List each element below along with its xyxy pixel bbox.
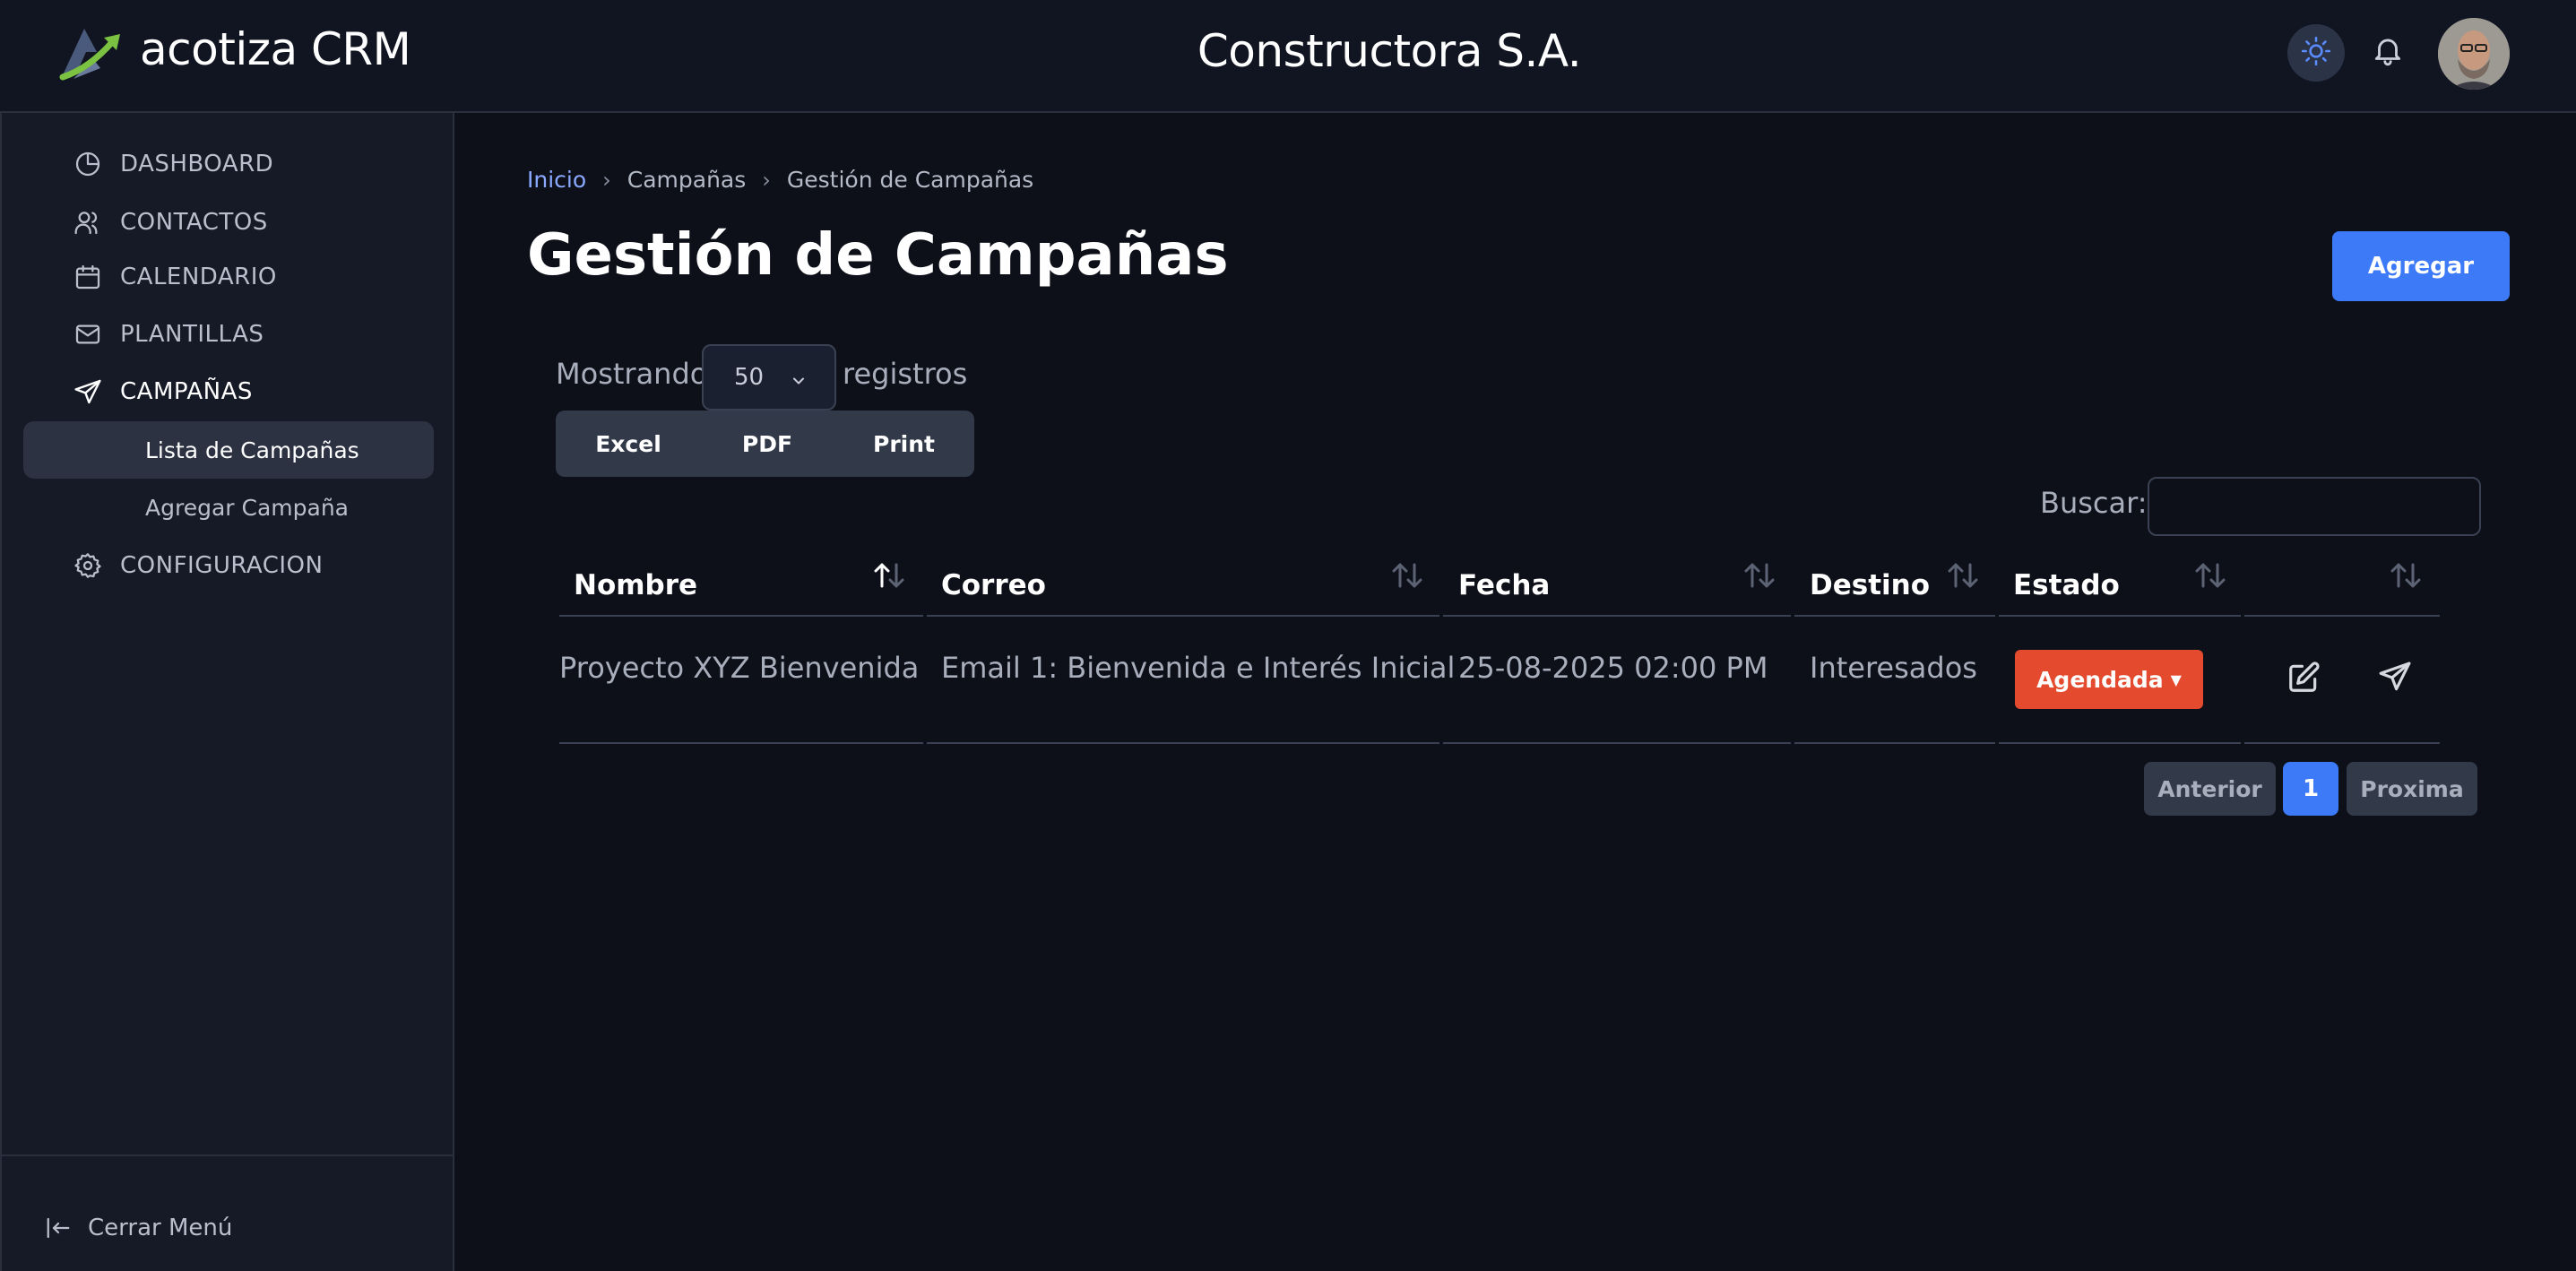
breadcrumb: Inicio › Campañas › Gestión de Campañas (527, 167, 1033, 193)
sidebar-item-calendario[interactable]: CALENDARIO (72, 255, 277, 299)
collapse-menu-button[interactable]: Cerrar Menú (45, 1206, 232, 1249)
row-divider (1999, 742, 2241, 744)
cell-fecha: 25-08-2025 02:00 PM (1458, 651, 1768, 685)
users-icon (72, 206, 104, 238)
chevron-right-icon: › (602, 167, 611, 193)
export-button-group: Excel PDF Print (556, 411, 974, 477)
avatar[interactable] (2438, 18, 2510, 90)
column-divider (1443, 615, 1791, 617)
page-title: Gestión de Campañas (527, 222, 1229, 289)
column-header-nombre[interactable]: Nombre (574, 554, 697, 617)
sidebar-subitem-label: Agregar Campaña (145, 494, 349, 521)
sort-ascending-icon[interactable] (871, 559, 907, 592)
gear-icon (72, 549, 104, 582)
sidebar: DASHBOARD CONTACTOS CALENDARIO PLANTILLA… (0, 113, 454, 1271)
mail-icon (72, 318, 104, 350)
sidebar-subitem-lista-campanas[interactable]: Lista de Campañas (23, 421, 434, 479)
logo-icon (54, 25, 125, 82)
pie-chart-icon (72, 148, 104, 180)
sort-icon[interactable] (1945, 559, 1981, 592)
sort-icon[interactable] (1389, 559, 1425, 592)
add-campaign-button[interactable]: Agregar (2332, 231, 2510, 301)
per-page-select[interactable]: 50 (702, 344, 836, 411)
column-header-destino[interactable]: Destino (1810, 554, 1930, 617)
column-header-fecha[interactable]: Fecha (1458, 554, 1550, 617)
theme-toggle-button[interactable] (2287, 24, 2345, 82)
sidebar-item-label: CONTACTOS (120, 209, 268, 236)
row-divider (559, 742, 923, 744)
collapse-menu-label: Cerrar Menú (88, 1215, 233, 1241)
sidebar-item-campanas[interactable]: CAMPAÑAS (72, 369, 253, 414)
sidebar-subitem-label: Lista de Campañas (145, 437, 359, 463)
bell-icon (2371, 32, 2405, 72)
company-name: Constructora S.A. (1197, 25, 1582, 77)
status-label: Agendada (2036, 666, 2164, 693)
breadcrumb-campanas-link[interactable]: Campañas (627, 167, 747, 193)
search-label: Buscar: (2040, 486, 2148, 520)
breadcrumb-home-link[interactable]: Inicio (527, 167, 586, 193)
sidebar-divider (2, 1154, 454, 1156)
column-divider (559, 615, 923, 617)
breadcrumb-current: Gestión de Campañas (786, 167, 1034, 193)
sidebar-item-label: PLANTILLAS (120, 321, 264, 348)
pagination-previous-button[interactable]: Anterior (2144, 762, 2276, 816)
send-campaign-button[interactable] (2373, 658, 2416, 701)
search-input[interactable] (2148, 477, 2481, 536)
show-entries-label: Mostrando (556, 357, 708, 391)
sidebar-item-contactos[interactable]: CONTACTOS (72, 200, 268, 245)
column-divider (1794, 615, 1995, 617)
column-header-correo[interactable]: Correo (941, 554, 1046, 617)
sidebar-item-label: DASHBOARD (120, 151, 274, 177)
column-divider (1999, 615, 2241, 617)
pagination-page-1[interactable]: 1 (2283, 762, 2338, 816)
send-icon (72, 376, 104, 408)
row-divider (1794, 742, 1995, 744)
print-button[interactable]: Print (834, 411, 974, 477)
sidebar-item-label: CONFIGURACION (120, 552, 324, 579)
row-divider (2244, 742, 2440, 744)
send-icon (2378, 661, 2412, 698)
sidebar-subitem-agregar-campana[interactable]: Agregar Campaña (145, 479, 349, 536)
row-divider (1443, 742, 1791, 744)
collapse-left-icon (45, 1214, 73, 1242)
sidebar-item-dashboard[interactable]: DASHBOARD (72, 142, 273, 186)
cell-destino: Interesados (1810, 651, 1977, 685)
cell-nombre: Proyecto XYZ Bienvenida (559, 651, 920, 685)
sort-icon[interactable] (2388, 559, 2424, 592)
cell-correo: Email 1: Bienvenida e Interés Inicial (941, 651, 1456, 685)
calendar-icon (72, 261, 104, 293)
export-excel-button[interactable]: Excel (556, 411, 701, 477)
chevron-down-icon (790, 369, 808, 396)
export-pdf-button[interactable]: PDF (701, 411, 834, 477)
edit-icon (2286, 661, 2321, 698)
chevron-right-icon: › (762, 167, 771, 193)
sort-icon[interactable] (2192, 559, 2228, 592)
column-divider (2244, 615, 2440, 617)
records-label: registros (843, 357, 968, 391)
sidebar-item-configuracion[interactable]: CONFIGURACION (72, 543, 323, 588)
column-divider (927, 615, 1439, 617)
caret-down-icon: ▼ (2170, 670, 2182, 688)
pagination-next-button[interactable]: Proxima (2347, 762, 2477, 816)
per-page-value: 50 (734, 364, 765, 391)
sun-icon (2301, 36, 2331, 70)
edit-button[interactable] (2282, 658, 2325, 701)
app-logo-text[interactable]: acotiza CRM (140, 23, 411, 75)
sidebar-item-label: CAMPAÑAS (120, 378, 253, 405)
notifications-button[interactable] (2366, 30, 2409, 73)
status-dropdown-button[interactable]: Agendada ▼ (2015, 650, 2203, 709)
row-divider (927, 742, 1439, 744)
column-header-estado[interactable]: Estado (2013, 554, 2120, 617)
sidebar-item-label: CALENDARIO (120, 264, 277, 290)
sidebar-item-plantillas[interactable]: PLANTILLAS (72, 312, 264, 357)
sort-icon[interactable] (1742, 559, 1777, 592)
top-bar: acotiza CRM Constructora S.A. (0, 0, 2576, 113)
